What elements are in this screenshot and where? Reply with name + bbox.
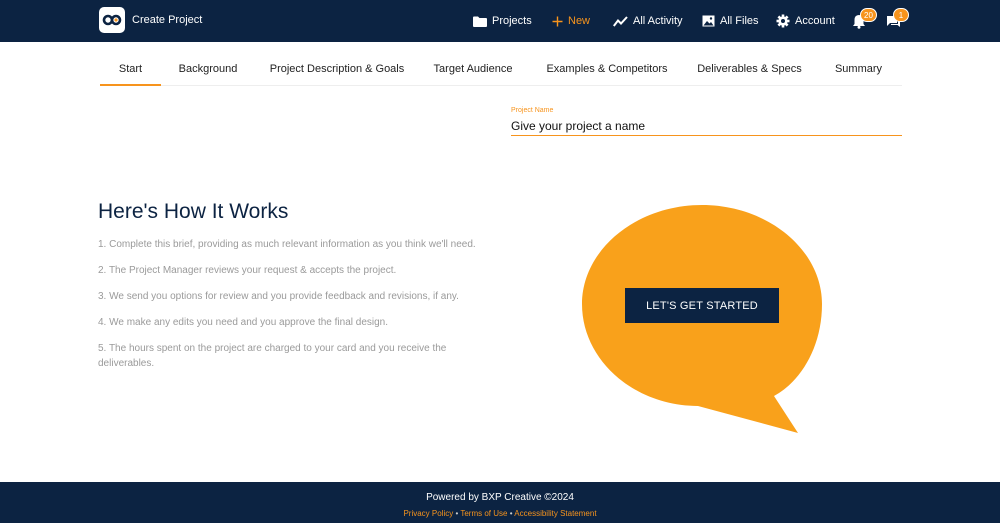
project-name-input[interactable] [511, 117, 902, 136]
brand[interactable]: Create Project [99, 7, 202, 33]
tab-examples-competitors[interactable]: Examples & Competitors [546, 54, 668, 86]
how-it-works-step: 5. The hours spent on the project are ch… [98, 343, 447, 369]
terms-of-use-link[interactable]: Terms of Use [460, 509, 507, 518]
nav-all-files-label: All Files [720, 15, 759, 27]
activity-chart-icon [613, 15, 628, 27]
top-navigation-bar: Create Project Projects New All Activity… [0, 0, 1000, 42]
plus-icon [552, 16, 563, 26]
folder-icon [473, 16, 487, 27]
how-it-works-step: 1. Complete this brief, providing as muc… [98, 239, 476, 250]
tab-project-description-goals[interactable]: Project Description & Goals [268, 54, 406, 86]
tab-background[interactable]: Background [175, 54, 241, 86]
nav-projects[interactable]: Projects [473, 0, 532, 42]
footer-links: Privacy Policy • Terms of Use • Accessib… [0, 509, 1000, 518]
tab-summary[interactable]: Summary [831, 54, 886, 86]
how-it-works-step: 4. We make any edits you need and you ap… [98, 317, 389, 328]
powered-by-text: Powered by BXP Creative ©2024 [426, 492, 574, 503]
tab-start[interactable]: Start [100, 54, 161, 86]
nav-account[interactable]: Account [776, 0, 835, 42]
nav-all-activity[interactable]: All Activity [613, 0, 683, 42]
notifications-count-badge: 20 [860, 8, 877, 22]
logo-icon [99, 7, 125, 33]
nav-all-files[interactable]: All Files [702, 0, 759, 42]
privacy-policy-link[interactable]: Privacy Policy [403, 509, 453, 518]
how-it-works-step: 3. We send you options for review and yo… [98, 291, 459, 302]
nav-projects-label: Projects [492, 15, 532, 27]
tab-deliverables-specs[interactable]: Deliverables & Specs [697, 54, 802, 86]
project-name-label: Project Name [511, 107, 554, 114]
how-it-works-step: 2. The Project Manager reviews your requ… [98, 265, 397, 276]
gear-icon [776, 14, 790, 28]
footer: Powered by BXP Creative ©2024 Privacy Po… [0, 482, 1000, 523]
messages-count-badge: 1 [893, 8, 909, 22]
tab-target-audience[interactable]: Target Audience [433, 54, 513, 86]
how-it-works-title: Here's How It Works [98, 200, 289, 223]
step-tabs: Start Background Project Description & G… [100, 54, 902, 86]
nav-new[interactable]: New [552, 0, 590, 42]
lets-get-started-button[interactable]: LET'S GET STARTED [625, 288, 779, 323]
image-icon [702, 15, 715, 27]
nav-account-label: Account [795, 15, 835, 27]
nav-all-activity-label: All Activity [633, 15, 683, 27]
accessibility-statement-link[interactable]: Accessibility Statement [514, 509, 596, 518]
nav-new-label: New [568, 15, 591, 27]
page-title: Create Project [132, 14, 203, 26]
